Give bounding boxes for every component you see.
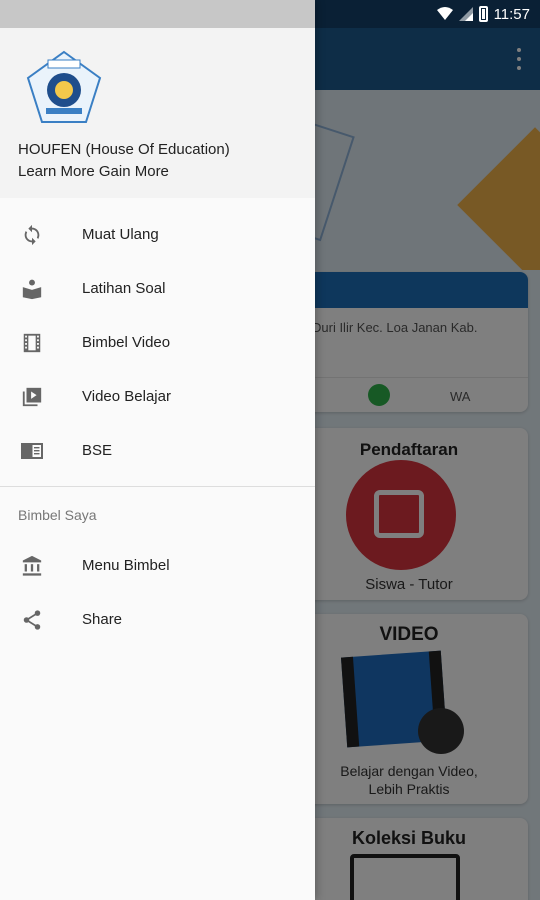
app-name: HOUFEN (House Of Education): [18, 141, 230, 158]
menu-item-latihan-soal[interactable]: Latihan Soal: [0, 262, 315, 316]
menu-item-bimbel-video[interactable]: Bimbel Video: [0, 316, 315, 370]
clock: 11:57: [493, 5, 530, 23]
navigation-drawer: HOUFEN (House Of Education) Learn More G…: [0, 0, 315, 900]
menu-item-label: Muat Ulang: [82, 226, 159, 243]
drawer-header: HOUFEN (House Of Education) Learn More G…: [0, 28, 315, 198]
video-library-icon: [20, 385, 44, 409]
menu-item-menu-bimbel[interactable]: Menu Bimbel: [0, 539, 315, 593]
drawer-menu-primary: Muat Ulang Latihan Soal Bimbel Video Vid…: [0, 198, 315, 478]
menu-item-label: Bimbel Video: [82, 334, 171, 351]
share-icon: [20, 608, 44, 632]
menu-item-share[interactable]: Share: [0, 593, 315, 647]
book-open-icon: [20, 439, 44, 463]
institution-icon: [20, 554, 44, 578]
app-tagline: Learn More Gain More: [18, 163, 169, 180]
section-title: Bimbel Saya: [18, 507, 97, 523]
battery-icon: [478, 6, 488, 22]
menu-item-label: Video Belajar: [82, 388, 171, 405]
menu-item-label: Latihan Soal: [82, 280, 166, 297]
menu-item-muat-ulang[interactable]: Muat Ulang: [0, 208, 315, 262]
refresh-icon: [20, 223, 44, 247]
status-icons: 11:57: [436, 4, 530, 24]
reading-icon: [20, 277, 44, 301]
menu-item-video-belajar[interactable]: Video Belajar: [0, 370, 315, 424]
menu-item-bse[interactable]: BSE: [0, 424, 315, 478]
signal-icon: [458, 7, 473, 21]
film-icon: [20, 331, 44, 355]
houfen-logo: [26, 50, 102, 123]
drawer-menu-secondary: Menu Bimbel Share: [0, 539, 315, 647]
wifi-icon: [436, 7, 453, 20]
menu-item-label: Menu Bimbel: [82, 557, 170, 574]
menu-item-label: BSE: [82, 442, 113, 459]
drawer-status-bar: [0, 0, 315, 28]
menu-item-label: Share: [82, 611, 123, 628]
